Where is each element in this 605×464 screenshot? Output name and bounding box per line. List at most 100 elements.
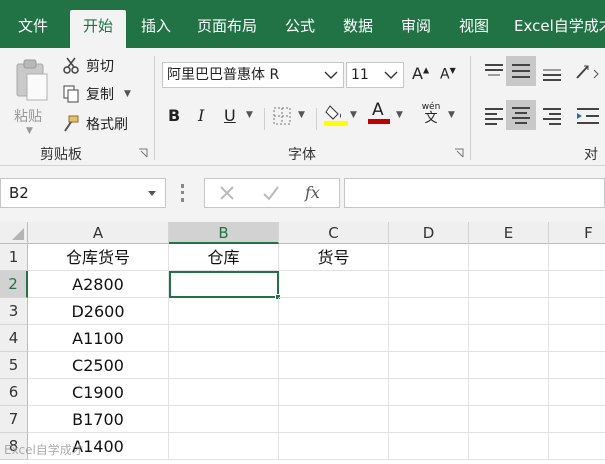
cell-a5[interactable]: C2500 bbox=[28, 352, 169, 379]
cell-e1[interactable] bbox=[469, 244, 549, 271]
shrink-font-button[interactable]: A▼ bbox=[440, 66, 456, 83]
tab-formulas[interactable]: 公式 bbox=[272, 10, 328, 48]
select-all-corner[interactable] bbox=[0, 222, 28, 244]
tab-file[interactable]: 文件 bbox=[0, 10, 66, 48]
border-dropdown-icon[interactable]: ▼ bbox=[298, 110, 305, 120]
insert-function-button[interactable]: fx bbox=[305, 183, 320, 202]
cell-d6[interactable] bbox=[389, 379, 469, 406]
phonetic-button[interactable]: wén 文 bbox=[418, 102, 444, 128]
cell-f8[interactable] bbox=[549, 433, 605, 460]
cell-c5[interactable] bbox=[279, 352, 389, 379]
fill-color-icon[interactable] bbox=[324, 102, 348, 128]
cell-a4[interactable]: A1100 bbox=[28, 325, 169, 352]
cell-b7[interactable] bbox=[169, 406, 279, 433]
cell-f2[interactable] bbox=[549, 271, 605, 298]
align-bottom-icon[interactable] bbox=[540, 60, 564, 84]
cell-b4[interactable] bbox=[169, 325, 279, 352]
cell-a7[interactable]: B1700 bbox=[28, 406, 169, 433]
column-header-a[interactable]: A bbox=[28, 222, 169, 244]
cell-d5[interactable] bbox=[389, 352, 469, 379]
clipboard-launcher-icon[interactable] bbox=[138, 148, 148, 158]
font-size-box[interactable]: 11 bbox=[346, 62, 404, 88]
cell-d4[interactable] bbox=[389, 325, 469, 352]
tab-insert[interactable]: 插入 bbox=[128, 10, 184, 48]
cell-d7[interactable] bbox=[389, 406, 469, 433]
grow-font-button[interactable]: A▲ bbox=[412, 64, 429, 83]
enter-check-icon[interactable] bbox=[261, 183, 281, 203]
cell-d1[interactable] bbox=[389, 244, 469, 271]
orientation-icon[interactable] bbox=[574, 60, 602, 84]
cell-f4[interactable] bbox=[549, 325, 605, 352]
border-icon[interactable] bbox=[272, 106, 292, 126]
font-color-button[interactable]: A bbox=[368, 100, 390, 126]
align-left-icon[interactable] bbox=[482, 104, 506, 128]
cell-c8[interactable] bbox=[279, 433, 389, 460]
cell-b5[interactable] bbox=[169, 352, 279, 379]
cell-b8[interactable] bbox=[169, 433, 279, 460]
chevron-down-icon[interactable] bbox=[383, 63, 399, 87]
cell-f1[interactable] bbox=[549, 244, 605, 271]
cell-a2[interactable]: A2800 bbox=[28, 271, 169, 298]
cell-c6[interactable] bbox=[279, 379, 389, 406]
cell-c3[interactable] bbox=[279, 298, 389, 325]
cell-e4[interactable] bbox=[469, 325, 549, 352]
underline-dropdown-icon[interactable]: ▼ bbox=[246, 110, 253, 120]
chevron-down-icon[interactable] bbox=[323, 63, 339, 87]
cell-f7[interactable] bbox=[549, 406, 605, 433]
cell-a1[interactable]: 仓库货号 bbox=[28, 244, 169, 271]
font-color-dropdown-icon[interactable]: ▼ bbox=[396, 110, 403, 120]
italic-button[interactable]: I bbox=[198, 106, 204, 125]
tab-page-layout[interactable]: 页面布局 bbox=[188, 10, 266, 48]
cell-d3[interactable] bbox=[389, 298, 469, 325]
row-header-5[interactable]: 5 bbox=[0, 352, 28, 379]
row-header-7[interactable]: 7 bbox=[0, 406, 28, 433]
tab-excel-zixue[interactable]: Excel自学成才 bbox=[508, 10, 605, 48]
row-header-3[interactable]: 3 bbox=[0, 298, 28, 325]
cell-f5[interactable] bbox=[549, 352, 605, 379]
cell-b2[interactable] bbox=[169, 271, 279, 298]
cell-a3[interactable]: D2600 bbox=[28, 298, 169, 325]
cut-button[interactable]: 剪切 bbox=[62, 56, 114, 76]
tab-view[interactable]: 视图 bbox=[446, 10, 502, 48]
name-box[interactable]: B2 bbox=[0, 178, 166, 208]
underline-button[interactable]: U bbox=[224, 106, 236, 125]
cell-c7[interactable] bbox=[279, 406, 389, 433]
format-painter-button[interactable]: 格式刷 bbox=[62, 114, 128, 134]
cell-f3[interactable] bbox=[549, 298, 605, 325]
column-header-d[interactable]: D bbox=[389, 222, 469, 244]
cell-b6[interactable] bbox=[169, 379, 279, 406]
formula-input[interactable] bbox=[344, 178, 605, 208]
cell-d8[interactable] bbox=[389, 433, 469, 460]
cancel-icon[interactable] bbox=[217, 183, 237, 203]
indent-icon[interactable] bbox=[574, 104, 602, 128]
column-header-e[interactable]: E bbox=[469, 222, 549, 244]
tab-data[interactable]: 数据 bbox=[330, 10, 386, 48]
row-header-4[interactable]: 4 bbox=[0, 325, 28, 352]
copy-button[interactable]: 复制 ▼ bbox=[62, 84, 131, 104]
cell-c1[interactable]: 货号 bbox=[279, 244, 389, 271]
column-header-b[interactable]: B bbox=[169, 222, 279, 244]
paste-button[interactable]: 粘贴 ▼ bbox=[12, 56, 52, 140]
cell-e2[interactable] bbox=[469, 271, 549, 298]
fill-color-dropdown-icon[interactable]: ▼ bbox=[350, 110, 357, 120]
tab-home[interactable]: 开始 bbox=[70, 10, 126, 48]
cell-b3[interactable] bbox=[169, 298, 279, 325]
cell-e5[interactable] bbox=[469, 352, 549, 379]
cell-f6[interactable] bbox=[549, 379, 605, 406]
row-header-1[interactable]: 1 bbox=[0, 244, 28, 271]
column-header-f[interactable]: F bbox=[549, 222, 605, 244]
align-right-icon[interactable] bbox=[540, 104, 564, 128]
cell-d2[interactable] bbox=[389, 271, 469, 298]
paste-dropdown-icon[interactable]: ▼ bbox=[26, 126, 33, 136]
cell-e6[interactable] bbox=[469, 379, 549, 406]
cell-a6[interactable]: C1900 bbox=[28, 379, 169, 406]
chevron-down-icon[interactable] bbox=[147, 190, 157, 198]
row-header-2[interactable]: 2 bbox=[0, 271, 28, 298]
font-name-box[interactable]: 阿里巴巴普惠体 R bbox=[162, 62, 344, 88]
align-middle-button[interactable] bbox=[506, 56, 536, 86]
font-launcher-icon[interactable] bbox=[454, 148, 464, 158]
cell-c4[interactable] bbox=[279, 325, 389, 352]
phonetic-dropdown-icon[interactable]: ▼ bbox=[448, 110, 455, 120]
copy-dropdown-icon[interactable]: ▼ bbox=[124, 89, 131, 99]
tab-review[interactable]: 审阅 bbox=[388, 10, 444, 48]
